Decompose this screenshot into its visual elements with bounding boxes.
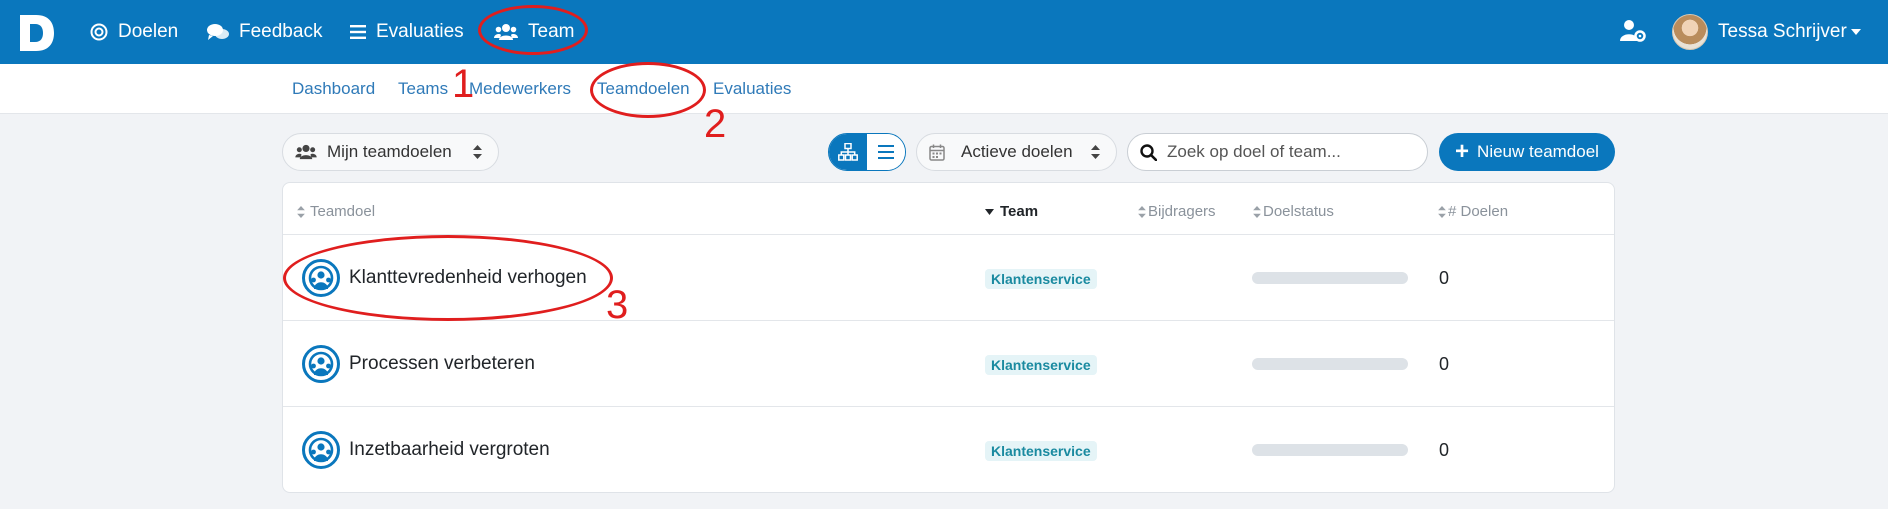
annotation-circle-goal bbox=[283, 235, 613, 321]
team-badge: Klantenservice bbox=[985, 441, 1097, 461]
subnav-dashboard[interactable]: Dashboard bbox=[292, 79, 375, 99]
table-row[interactable]: Processen verbeteren Klantenservice 0 bbox=[283, 320, 1614, 406]
list-icon bbox=[350, 25, 366, 39]
top-navbar: Doelen Feedback Evaluaties Team Tessa Sc… bbox=[0, 0, 1888, 64]
calendar-icon bbox=[929, 144, 945, 161]
sub-navbar: Dashboard Teams Medewerkers Teamdoelen E… bbox=[0, 64, 1888, 114]
search-icon bbox=[1140, 143, 1157, 161]
subnav-medewerkers[interactable]: Medewerkers bbox=[469, 79, 571, 99]
goal-status-progress bbox=[1252, 272, 1408, 284]
nav-doelen[interactable]: Doelen bbox=[90, 0, 178, 64]
search-box bbox=[1127, 133, 1428, 171]
goal-status-progress bbox=[1252, 358, 1408, 370]
status-filter-select[interactable]: Actieve doelen bbox=[916, 133, 1117, 171]
annotation-circle-teamdoelen bbox=[590, 62, 706, 118]
search-input[interactable] bbox=[1167, 142, 1407, 162]
team-filter-select[interactable]: Mijn teamdoelen bbox=[282, 133, 499, 171]
app-logo[interactable] bbox=[16, 13, 56, 53]
team-goals-table: Teamdoel Team Bijdragers Doelstatus # Do… bbox=[282, 182, 1615, 493]
sort-arrows-icon bbox=[1438, 205, 1446, 218]
goal-count: 0 bbox=[1439, 354, 1450, 374]
header-teamdoel-label: Teamdoel bbox=[310, 203, 376, 220]
new-team-goal-label: Nieuw teamdoel bbox=[1477, 142, 1599, 161]
header-doelstatus[interactable]: Doelstatus bbox=[1253, 203, 1334, 220]
nav-feedback-label: Feedback bbox=[239, 21, 323, 42]
nav-evaluaties-label: Evaluaties bbox=[376, 21, 464, 42]
user-name: Tessa Schrijver bbox=[1718, 21, 1847, 42]
nav-feedback[interactable]: Feedback bbox=[207, 0, 322, 64]
header-doelen-count[interactable]: # Doelen bbox=[1438, 203, 1508, 220]
header-doelen-count-label: # Doelen bbox=[1448, 203, 1509, 220]
team-goal-icon bbox=[302, 345, 340, 383]
header-bijdragers[interactable]: Bijdragers bbox=[1138, 203, 1216, 220]
nav-doelen-label: Doelen bbox=[118, 21, 179, 42]
annotation-number-1: 1 bbox=[452, 62, 475, 106]
goal-status-progress bbox=[1252, 444, 1408, 456]
sort-arrows-icon bbox=[473, 145, 482, 159]
view-toggle bbox=[828, 133, 906, 171]
team-filter-label: Mijn teamdoelen bbox=[327, 142, 452, 161]
header-team-label: Team bbox=[1000, 203, 1039, 220]
goal-count: 0 bbox=[1439, 440, 1450, 460]
header-doelstatus-label: Doelstatus bbox=[1263, 203, 1334, 220]
plus-icon: + bbox=[1455, 138, 1470, 165]
avatar bbox=[1672, 14, 1708, 50]
goal-name[interactable]: Inzetbaarheid vergroten bbox=[349, 439, 550, 461]
sort-desc-icon bbox=[985, 208, 994, 215]
table-row[interactable]: Inzetbaarheid vergroten Klantenservice 0 bbox=[283, 406, 1614, 492]
user-settings-icon[interactable] bbox=[1620, 19, 1646, 43]
sort-arrows-icon bbox=[1253, 205, 1261, 218]
caret-down-icon bbox=[1850, 29, 1861, 35]
sort-arrows-icon bbox=[1138, 205, 1146, 218]
subnav-evaluaties[interactable]: Evaluaties bbox=[713, 79, 791, 99]
annotation-number-3: 3 bbox=[606, 283, 629, 327]
header-team[interactable]: Team bbox=[985, 203, 1038, 220]
goal-name[interactable]: Processen verbeteren bbox=[349, 353, 535, 375]
header-bijdragers-label: Bijdragers bbox=[1148, 203, 1216, 220]
new-team-goal-button[interactable]: + Nieuw teamdoel bbox=[1439, 133, 1615, 171]
team-badge: Klantenservice bbox=[985, 355, 1097, 375]
sort-arrows-icon bbox=[1091, 145, 1100, 159]
sitemap-icon bbox=[838, 143, 858, 161]
annotation-number-2: 2 bbox=[704, 102, 727, 146]
annotation-circle-team bbox=[478, 5, 588, 55]
subnav-teams[interactable]: Teams bbox=[398, 79, 448, 99]
list-view-button[interactable] bbox=[867, 134, 905, 170]
team-goal-icon bbox=[302, 431, 340, 469]
header-teamdoel[interactable]: Teamdoel bbox=[297, 203, 375, 220]
users-icon bbox=[295, 144, 317, 160]
team-badge: Klantenservice bbox=[985, 269, 1097, 289]
status-filter-label: Actieve doelen bbox=[961, 142, 1073, 161]
comments-icon bbox=[207, 24, 229, 40]
user-menu[interactable]: Tessa Schrijver bbox=[1672, 14, 1861, 50]
sort-arrows-icon bbox=[297, 205, 305, 218]
nav-evaluaties[interactable]: Evaluaties bbox=[350, 0, 464, 64]
list-icon bbox=[878, 145, 894, 159]
target-icon bbox=[90, 23, 108, 41]
goal-count: 0 bbox=[1439, 268, 1450, 288]
tree-view-button[interactable] bbox=[829, 134, 867, 170]
